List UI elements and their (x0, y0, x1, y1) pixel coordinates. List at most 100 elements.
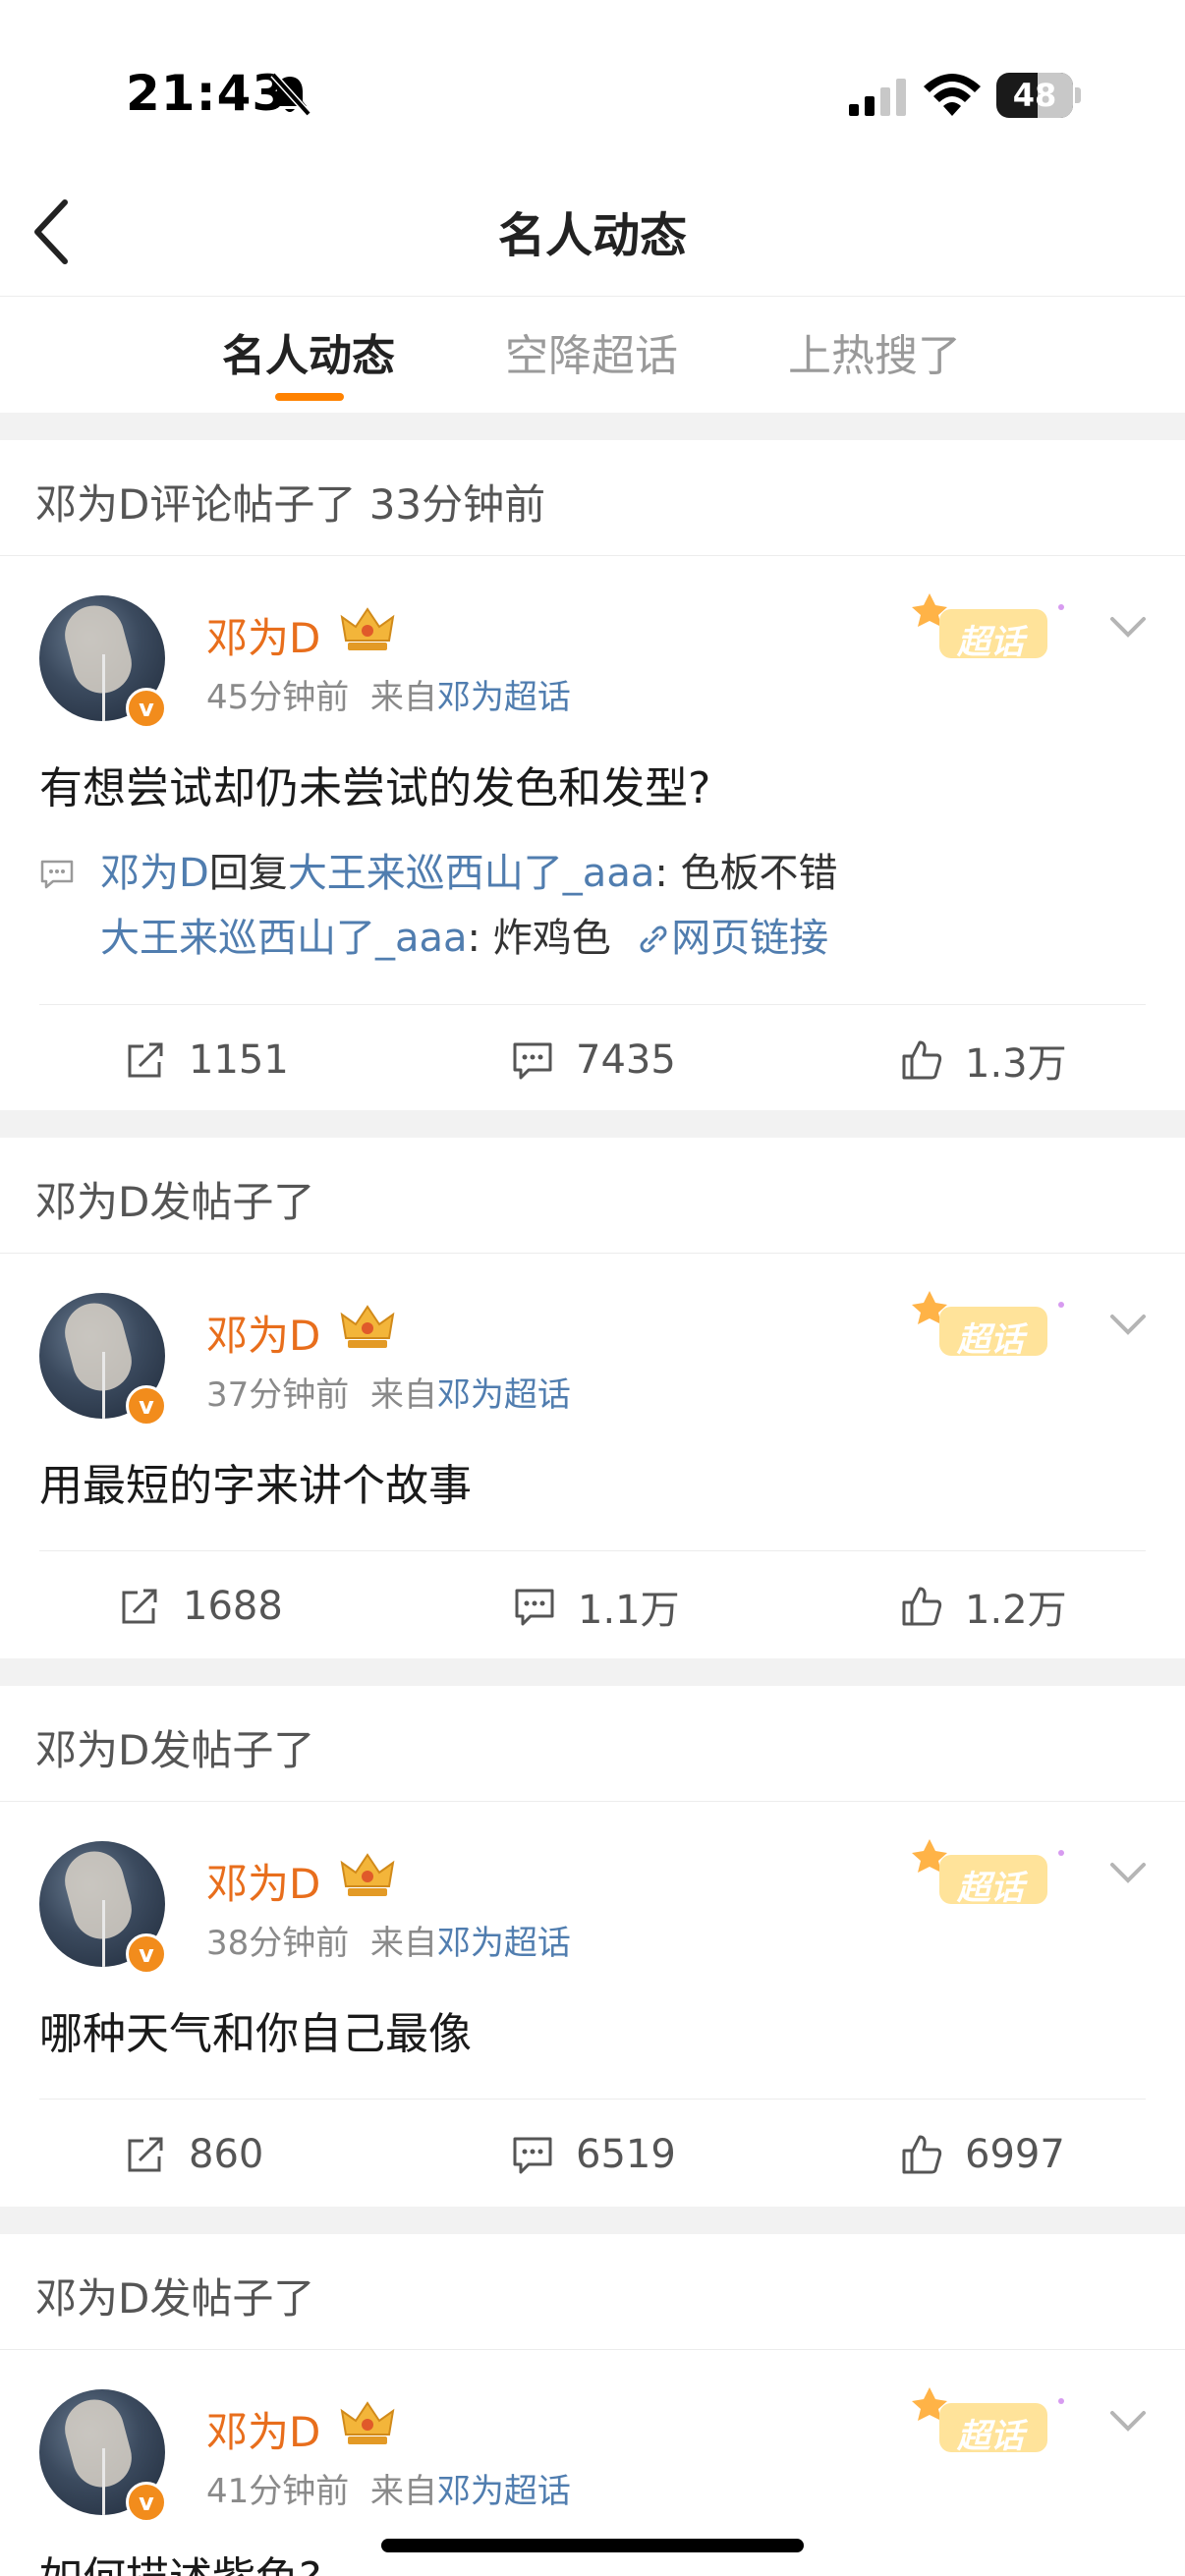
battery-icon: 48 (996, 73, 1081, 118)
author-name[interactable]: 邓为D (206, 2399, 320, 2459)
comment-button[interactable]: 1.1万 (513, 1551, 680, 1661)
comment-user[interactable]: 大王来巡西山了_aaa (100, 916, 468, 961)
repost-icon (122, 1589, 157, 1624)
repost-count: 860 (189, 2132, 264, 2177)
bell-off-icon (270, 72, 311, 117)
from-label: 来自 (369, 678, 437, 717)
like-button[interactable]: 1.3万 (900, 1005, 1067, 1115)
card-header-text: 邓为D发帖子了 (35, 1726, 315, 1774)
wifi-icon (924, 74, 981, 116)
tab-airdrop-supertopic[interactable]: 空降超话 (505, 320, 678, 383)
chevron-down-icon[interactable] (1106, 2399, 1150, 2442)
post-meta: 38分钟前 来自邓为超话 (206, 1916, 571, 1964)
repost-icon (128, 1042, 163, 1078)
reply-label: 回复 (208, 851, 288, 896)
crown-icon (340, 607, 395, 650)
post-card[interactable]: v 邓为D 45分钟前 来自邓为超话 超话 有想尝试却仍未尝试的发色和发型? 邓… (0, 556, 1185, 1110)
web-link[interactable]: 网页链接 (636, 916, 828, 961)
home-indicator (381, 2539, 804, 2552)
post-text[interactable]: 用最短的字来讲个故事 (39, 1450, 472, 1513)
active-tab-indicator (275, 393, 344, 401)
comment-preview[interactable]: 邓为D回复大王来巡西山了_aaa: 色板不错 大王来巡西山了_aaa: 炸鸡色 … (39, 841, 1120, 971)
supertopic-label: 超话 (957, 1320, 1024, 1360)
source-link[interactable]: 邓为超话 (437, 678, 571, 717)
status-bar: 21:43 48 (0, 0, 1185, 167)
like-count: 1.2万 (965, 1588, 1067, 1633)
repost-button[interactable]: 860 (124, 2100, 263, 2210)
source-link[interactable]: 邓为超话 (437, 2472, 571, 2511)
card-header: 邓为D发帖子了 (0, 2234, 1185, 2350)
post-meta: 37分钟前 来自邓为超话 (206, 1368, 571, 1416)
post-time: 41分钟前 (206, 2472, 350, 2511)
author-name[interactable]: 邓为D (206, 605, 320, 665)
repost-button[interactable]: 1688 (118, 1551, 283, 1661)
supertopic-badge[interactable]: 超话 (904, 586, 1071, 684)
post-card[interactable]: v 邓为D 38分钟前 来自邓为超话 超话 哪种天气和你自己最像 860 651… (0, 1802, 1185, 2207)
post-card[interactable]: v 邓为D 37分钟前 来自邓为超话 超话 用最短的字来讲个故事 1688 1.… (0, 1254, 1185, 1658)
thumbs-up-icon (902, 2135, 942, 2174)
thumbs-up-icon (902, 1587, 942, 1626)
supertopic-label: 超话 (957, 2417, 1024, 2456)
crown-icon (340, 2401, 395, 2444)
thumbs-up-icon (902, 1040, 942, 1080)
like-button[interactable]: 1.2万 (900, 1551, 1067, 1661)
repost-count: 1151 (189, 1037, 289, 1083)
comment-icon (513, 1042, 552, 1080)
comment-user[interactable]: 邓为D (100, 851, 209, 896)
nav-bar: 名人动态 (0, 167, 1185, 297)
card-header-text: 邓为D发帖子了 (35, 1178, 315, 1226)
reply-target[interactable]: 大王来巡西山了_aaa (288, 851, 655, 896)
repost-icon (128, 2137, 163, 2172)
author-name[interactable]: 邓为D (206, 1851, 320, 1911)
crown-icon (340, 1305, 395, 1348)
card-header: 邓为D发帖子了 (0, 1138, 1185, 1254)
comment-button[interactable]: 6519 (511, 2100, 676, 2210)
comment-count: 6519 (576, 2132, 676, 2177)
repost-button[interactable]: 1151 (124, 1005, 289, 1115)
chevron-down-icon[interactable] (1106, 605, 1150, 648)
post-text[interactable]: 如何描述紫色? (39, 2543, 321, 2576)
comment-text: : 炸鸡色 (467, 916, 611, 961)
supertopic-badge[interactable]: 超话 (904, 1831, 1071, 1930)
supertopic-badge[interactable]: 超话 (904, 1283, 1071, 1381)
tab-bar: 名人动态 空降超话 上热搜了 (0, 297, 1185, 413)
signal-icon (849, 79, 906, 116)
author-name[interactable]: 邓为D (206, 1303, 320, 1363)
post-text[interactable]: 有想尝试却仍未尝试的发色和发型? (39, 753, 710, 815)
card-header: 邓为D评论帖子了 33分钟前 (0, 440, 1185, 556)
comment-count: 1.1万 (578, 1588, 680, 1633)
battery-level: 48 (1012, 77, 1057, 114)
post-time: 37分钟前 (206, 1375, 350, 1415)
action-bar: 860 6519 6997 (39, 2099, 1146, 2209)
tab-trending[interactable]: 上热搜了 (788, 320, 961, 383)
page-title: 名人动态 (497, 208, 687, 263)
source-link[interactable]: 邓为超话 (437, 1924, 571, 1963)
status-time: 21:43 (126, 65, 288, 122)
post-time: 45分钟前 (206, 678, 350, 717)
supertopic-label: 超话 (957, 623, 1024, 662)
divider (0, 2207, 1185, 2234)
from-label: 来自 (369, 1375, 437, 1415)
post-meta: 41分钟前 来自邓为超话 (206, 2464, 571, 2512)
link-icon (640, 925, 667, 953)
post-text[interactable]: 哪种天气和你自己最像 (39, 1998, 472, 2061)
tab-celebrity-updates[interactable]: 名人动态 (222, 320, 395, 383)
supertopic-badge[interactable]: 超话 (904, 2380, 1071, 2478)
like-button[interactable]: 6997 (900, 2100, 1065, 2210)
comment-preview-icon (40, 860, 74, 889)
divider (0, 1658, 1185, 1686)
from-label: 来自 (369, 2472, 437, 2511)
source-link[interactable]: 邓为超话 (437, 1375, 571, 1415)
verified-badge-icon: v (126, 1385, 167, 1427)
chevron-down-icon[interactable] (1106, 1303, 1150, 1346)
card-header: 邓为D发帖子了 (0, 1686, 1185, 1802)
post-time: 38分钟前 (206, 1924, 350, 1963)
chevron-down-icon[interactable] (1106, 1851, 1150, 1894)
comment-button[interactable]: 7435 (511, 1005, 676, 1115)
comment-icon (515, 1589, 554, 1626)
card-header-text: 邓为D评论帖子了 33分钟前 (35, 480, 546, 529)
from-label: 来自 (369, 1924, 437, 1963)
comment-count: 7435 (576, 1037, 676, 1083)
comment-icon (513, 2137, 552, 2174)
verified-badge-icon: v (126, 2482, 167, 2523)
